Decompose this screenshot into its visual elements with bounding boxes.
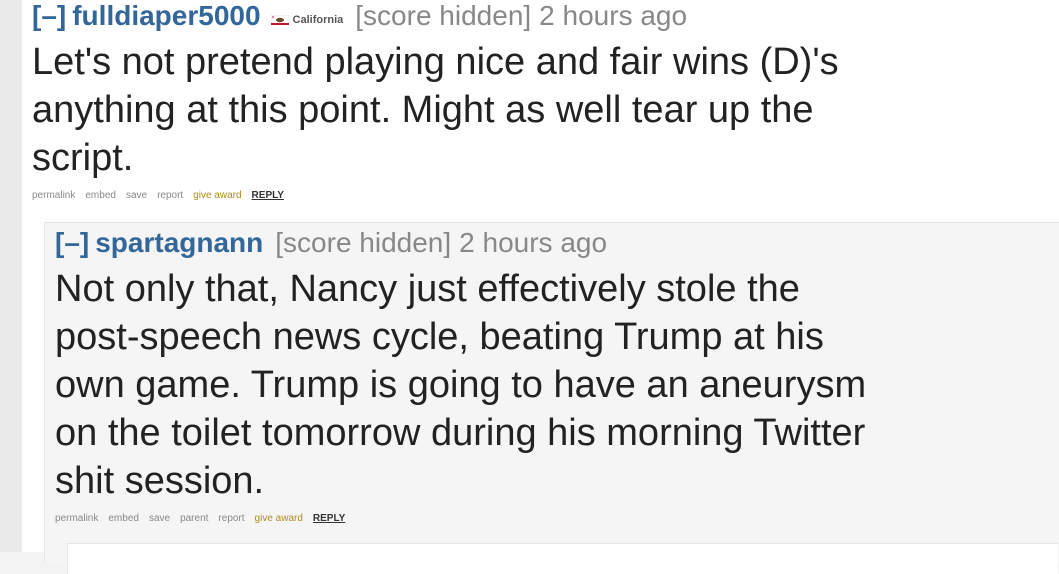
reply-button[interactable]: REPLY	[313, 513, 345, 524]
child-comment-container: [–] spartagnann [score hidden] 2 hours a…	[44, 222, 1059, 574]
give-award-link[interactable]: give award	[255, 513, 303, 524]
comment-body-line: script.	[32, 137, 134, 179]
nested-reply-container	[67, 543, 1058, 574]
comment-body-line: own game. Trump is going to have an aneu…	[55, 364, 867, 406]
permalink-link[interactable]: permalink	[55, 513, 98, 524]
collapse-toggle[interactable]: [–]	[32, 0, 66, 32]
comment-action-bar: permalink embed save report give award R…	[32, 190, 1052, 201]
embed-link[interactable]: embed	[85, 190, 116, 201]
comment-body-line: anything at this point. Might as well te…	[32, 89, 814, 131]
comment-timestamp: 2 hours ago	[459, 227, 608, 258]
reply-button[interactable]: REPLY	[252, 190, 284, 201]
flair-label: California	[292, 14, 344, 26]
left-gutter	[0, 0, 22, 552]
comment-body-line: post-speech news cycle, beating Trump at…	[55, 316, 824, 358]
comment-spartagnann: [–] spartagnann [score hidden] 2 hours a…	[55, 227, 1055, 524]
comment-body-line: Not only that, Nancy just effectively st…	[55, 268, 800, 310]
comment-body: Let's not pretend playing nice and fair …	[32, 38, 1052, 182]
comment-author[interactable]: fulldiaper5000	[72, 0, 260, 32]
score-status: [score hidden]	[275, 227, 452, 258]
score-status: [score hidden]	[355, 0, 532, 31]
comment-tagline: [–] fulldiaper5000 California [score hid…	[32, 0, 1052, 32]
comment-timestamp: 2 hours ago	[539, 0, 688, 31]
comment-tagline: [–] spartagnann [score hidden] 2 hours a…	[55, 227, 1055, 259]
save-link[interactable]: save	[149, 513, 170, 524]
embed-link[interactable]: embed	[108, 513, 139, 524]
comment-body-line: shit session.	[55, 460, 265, 502]
parent-link[interactable]: parent	[180, 513, 208, 524]
comment-thread: [–] fulldiaper5000 California [score hid…	[22, 0, 1059, 574]
user-flair: California	[270, 14, 344, 26]
comment-body: Not only that, Nancy just effectively st…	[55, 265, 1055, 505]
report-link[interactable]: report	[157, 190, 183, 201]
give-award-link[interactable]: give award	[193, 190, 241, 201]
comment-body-line: Let's not pretend playing nice and fair …	[32, 41, 839, 83]
permalink-link[interactable]: permalink	[32, 190, 75, 201]
save-link[interactable]: save	[126, 190, 147, 201]
california-flag-icon	[270, 15, 289, 25]
report-link[interactable]: report	[218, 513, 244, 524]
comment-body-line: on the toilet tomorrow during his mornin…	[55, 412, 866, 454]
collapse-toggle[interactable]: [–]	[55, 227, 89, 259]
comment-fulldiaper5000: [–] fulldiaper5000 California [score hid…	[32, 0, 1052, 201]
comment-author[interactable]: spartagnann	[95, 227, 263, 259]
comment-action-bar: permalink embed save parent report give …	[55, 513, 1055, 524]
